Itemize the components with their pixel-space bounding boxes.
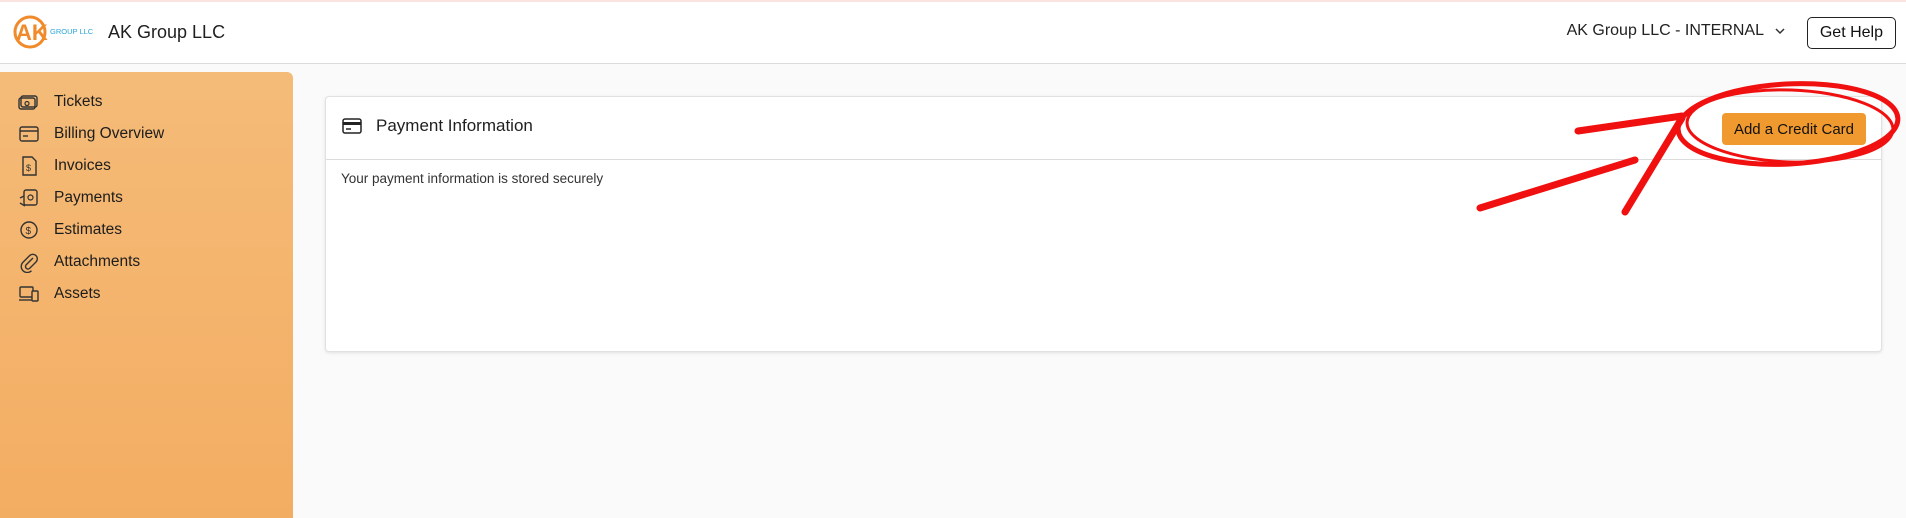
sidebar-item-attachments[interactable]: Attachments xyxy=(18,248,278,276)
sidebar-item-assets[interactable]: Assets xyxy=(18,280,278,308)
sidebar-item-tickets[interactable]: Tickets xyxy=(18,88,278,116)
sidebar-item-label: Billing Overview xyxy=(54,125,165,142)
chevron-down-icon xyxy=(1775,28,1785,35)
card-title: Payment Information xyxy=(376,116,533,135)
invoice-icon: $ xyxy=(22,156,37,176)
sidebar-item-billing-overview[interactable]: Billing Overview xyxy=(18,120,278,148)
tickets-icon xyxy=(18,95,38,110)
estimates-icon: $ xyxy=(20,221,38,239)
billing-icon xyxy=(19,126,39,142)
sidebar: Tickets Billing Overview $ Invoices Paym… xyxy=(0,72,293,518)
organization-selector[interactable]: AK Group LLC - INTERNAL xyxy=(1567,22,1786,40)
get-help-button[interactable]: Get Help xyxy=(1806,17,1896,49)
paperclip-icon xyxy=(20,253,39,273)
sidebar-item-label: Invoices xyxy=(54,157,111,174)
logo-mark-text: AK xyxy=(16,20,48,45)
sidebar-item-invoices[interactable]: $ Invoices xyxy=(18,152,278,180)
organization-selector-label: AK Group LLC - INTERNAL xyxy=(1566,22,1764,39)
svg-text:$: $ xyxy=(26,226,32,237)
sidebar-item-payments[interactable]: Payments xyxy=(18,184,278,212)
top-bar: AK GROUP LLC AK Group LLC AK Group LLC -… xyxy=(0,2,1906,64)
sidebar-item-label: Tickets xyxy=(54,93,103,110)
secure-storage-note: Your payment information is stored secur… xyxy=(341,171,604,186)
payment-information-card: Payment Information Add a Credit Card Yo… xyxy=(325,96,1882,352)
sidebar-item-label: Estimates xyxy=(54,221,123,238)
sidebar-item-label: Assets xyxy=(54,285,101,302)
credit-card-icon xyxy=(342,118,362,134)
card-header: Payment Information Add a Credit Card xyxy=(326,97,1881,160)
svg-text:$: $ xyxy=(26,163,31,173)
company-logo[interactable]: AK GROUP LLC xyxy=(12,12,100,52)
assets-icon xyxy=(19,286,39,302)
company-name: AK Group LLC xyxy=(108,22,226,42)
sidebar-item-estimates[interactable]: $ Estimates xyxy=(18,216,278,244)
logo-sub-text: GROUP LLC xyxy=(50,27,94,36)
sidebar-item-label: Payments xyxy=(54,189,123,206)
sidebar-item-label: Attachments xyxy=(54,253,141,270)
payments-icon xyxy=(19,189,38,207)
add-credit-card-button[interactable]: Add a Credit Card xyxy=(1721,113,1866,145)
